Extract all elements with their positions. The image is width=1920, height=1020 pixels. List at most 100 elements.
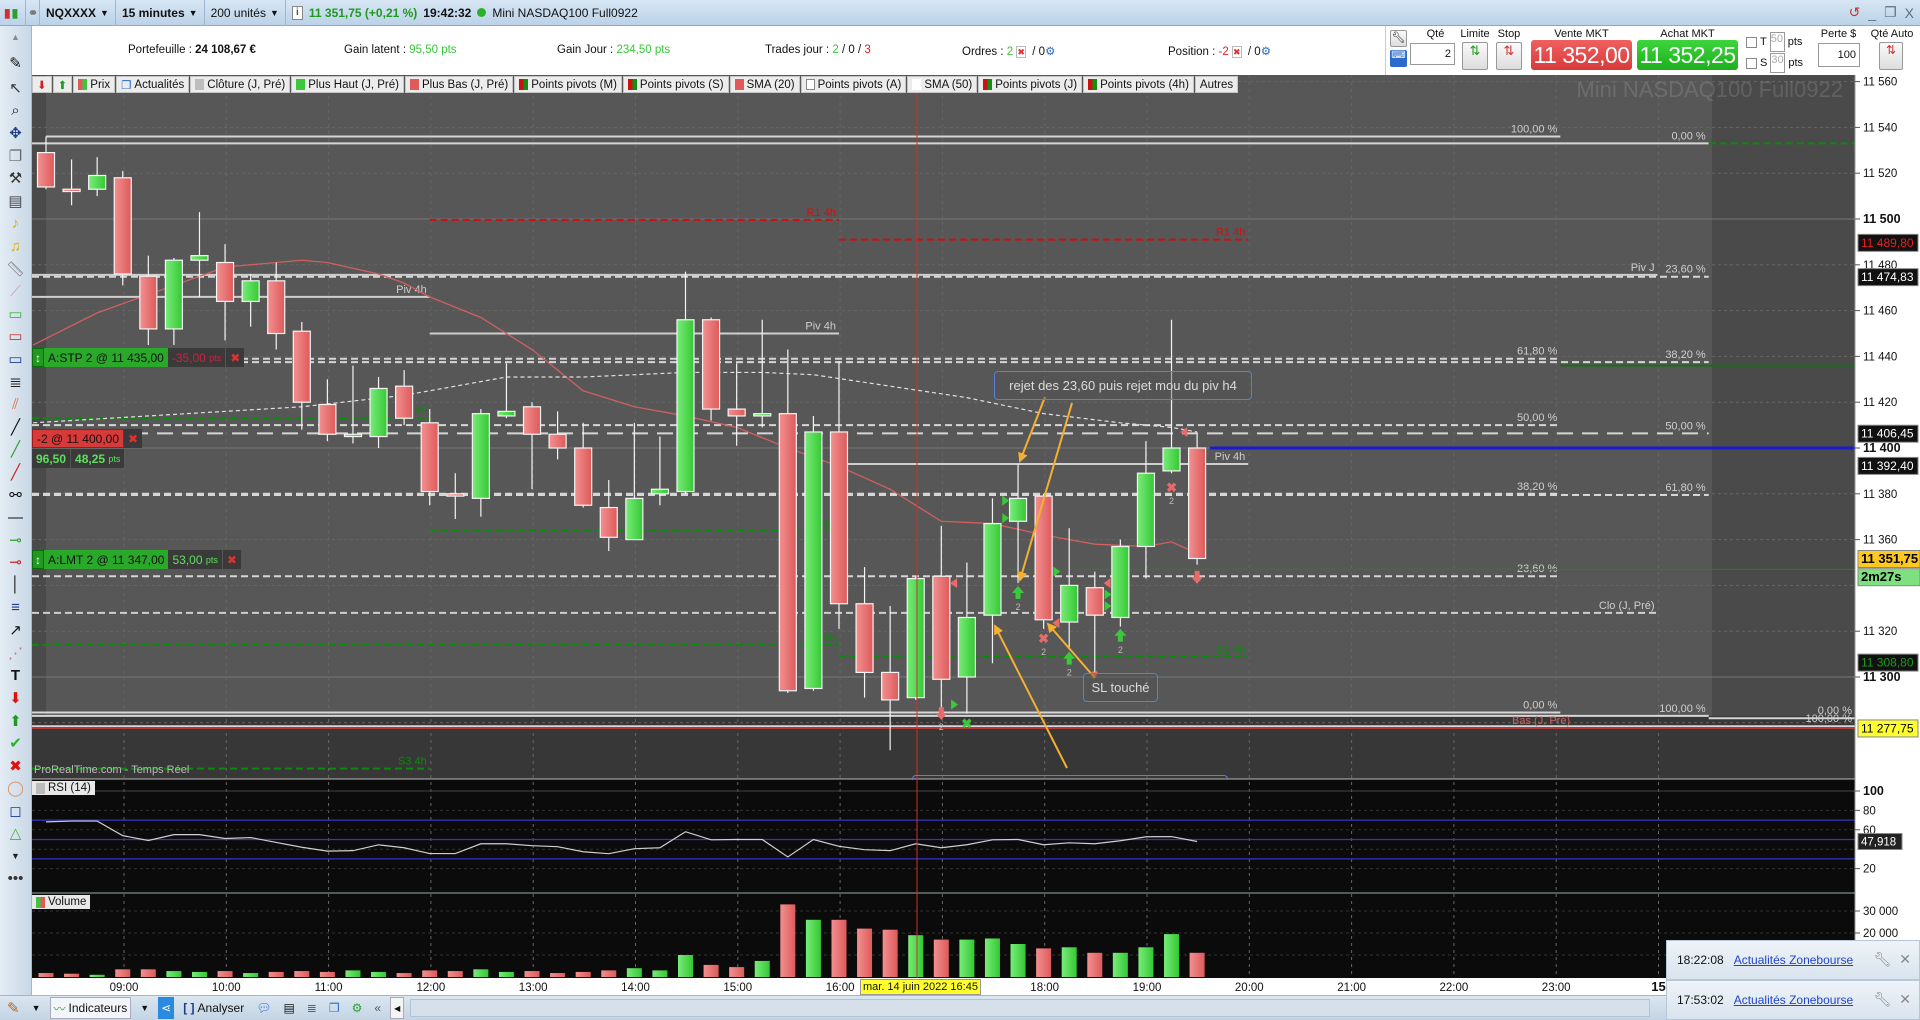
legend-item[interactable]: Points pivots (M): [514, 76, 622, 93]
legend-add-down[interactable]: ⬇: [32, 76, 52, 93]
analyse-button[interactable]: [ ] Analyser: [180, 997, 247, 1019]
pencil-icon[interactable]: ✎: [2, 49, 30, 77]
chart-type-icon[interactable]: ▮ ▮: [0, 0, 26, 26]
horizontal-scrollbar[interactable]: [410, 999, 1651, 1017]
t-points-input[interactable]: 50: [1769, 32, 1785, 52]
line-icon[interactable]: ╱: [2, 416, 30, 439]
notification-item[interactable]: 18:22:08 Actualités Zonebourse 🔧︎ ✕: [1666, 940, 1920, 980]
rect-blue-icon[interactable]: ▭: [2, 348, 30, 371]
limit-order-button[interactable]: ⇅: [1462, 42, 1488, 70]
rsi-legend[interactable]: RSI (14): [32, 781, 95, 795]
timeframe-selector[interactable]: 15 minutes ▼: [116, 0, 205, 26]
scroll-left-button[interactable]: ◀: [390, 997, 405, 1019]
qty-input[interactable]: 2: [1410, 43, 1455, 65]
wrench-icon[interactable]: 🔧︎: [1873, 951, 1891, 968]
loss-input[interactable]: 100: [1818, 43, 1860, 67]
cancel-orders-icon[interactable]: ✖: [1016, 46, 1026, 58]
close-button[interactable]: X: [1905, 5, 1914, 21]
cancel-stop-button[interactable]: ✖: [225, 348, 245, 367]
s-checkbox[interactable]: [1746, 57, 1757, 69]
trash-icon[interactable]: ▤: [2, 190, 30, 213]
windows-icon[interactable]: ❐: [326, 997, 343, 1019]
arrow-icon[interactable]: ↗: [2, 619, 30, 642]
alert-edit-icon[interactable]: ♪: [2, 212, 30, 235]
check-icon[interactable]: ✔: [2, 732, 30, 755]
chevron-down-icon[interactable]: ▼: [29, 997, 44, 1019]
close-icon[interactable]: ✕: [1899, 951, 1911, 968]
move-icon[interactable]: ✥: [2, 122, 30, 145]
refresh-icon[interactable]: ↺: [1849, 4, 1861, 21]
rect-green-icon[interactable]: ▭: [2, 303, 30, 326]
hline-icon[interactable]: —: [2, 506, 30, 529]
line-pink-icon[interactable]: ⟋: [2, 280, 30, 303]
minimize-button[interactable]: _: [1868, 5, 1876, 21]
wrench-icon[interactable]: 🔧︎: [1390, 30, 1407, 47]
vline-icon[interactable]: │: [2, 574, 30, 597]
chevron-down-icon[interactable]: ▼: [137, 997, 152, 1019]
notification-link[interactable]: Actualités Zonebourse: [1734, 993, 1853, 1007]
legend-item[interactable]: SMA (50): [907, 76, 978, 93]
info-icon[interactable]: i: [291, 5, 303, 20]
legend-item[interactable]: Clôture (J, Pré): [190, 76, 291, 93]
text-icon[interactable]: T: [2, 664, 30, 687]
notification-link[interactable]: Actualités Zonebourse: [1734, 953, 1853, 967]
legend-item[interactable]: Points pivots (4h): [1083, 76, 1194, 93]
more-icon[interactable]: •••: [2, 867, 30, 890]
channel-icon[interactable]: ⫽: [2, 393, 30, 416]
position-tag[interactable]: -2 @ 11 400,00 ✖: [32, 429, 143, 448]
orderbook-icon[interactable]: ≣: [304, 997, 320, 1019]
limit-order-tag[interactable]: ↕ A:LMT 2 @ 11 347,00 53,00 pts ✖: [32, 550, 241, 569]
buy-arrow-icon[interactable]: ⬆: [2, 709, 30, 732]
close-position-icon[interactable]: ✖: [1231, 46, 1242, 58]
zoom-icon[interactable]: ⌕: [2, 99, 30, 122]
collapse-icon[interactable]: «: [371, 997, 384, 1019]
price-chart[interactable]: 100,00 % 61,80 % 50,00 % 38,20 % 23,60 % 0,00…: [0, 0, 1920, 1020]
legend-item[interactable]: Plus Haut (J, Pré): [291, 76, 404, 93]
orders[interactable]: Ordres : 2 ✖ / 0⚙: [962, 44, 1055, 58]
close-position-button[interactable]: ✖: [124, 429, 143, 448]
pitchfork-icon[interactable]: ⋰: [2, 641, 30, 664]
legend-item[interactable]: Prix: [73, 76, 116, 93]
cancel-limit-button[interactable]: ✖: [221, 550, 241, 569]
legend-item[interactable]: ❐ Actualités: [116, 76, 190, 93]
line-red-icon[interactable]: ╱: [2, 461, 30, 484]
fib-icon[interactable]: ≣: [2, 370, 30, 393]
symbol-selector[interactable]: NQXXXX ▼: [40, 0, 116, 26]
ellipse-icon[interactable]: ◯: [2, 777, 30, 800]
sell-arrow-icon[interactable]: ⬇: [2, 687, 30, 710]
drag-handle-icon[interactable]: ↕: [32, 348, 44, 367]
link-icon[interactable]: ⚭: [26, 0, 40, 26]
more-down-icon[interactable]: ▼: [2, 845, 30, 868]
auto-qty-button[interactable]: ⇅: [1879, 42, 1903, 70]
annotation-rejection[interactable]: rejet des 23,60 puis rejet mou du piv h4: [994, 371, 1252, 400]
notification-item[interactable]: 17:53:02 Actualités Zonebourse 🔧︎ ✕: [1666, 980, 1920, 1020]
legend-item[interactable]: Points pivots (S): [622, 76, 729, 93]
ruler-icon[interactable]: 📏︎: [2, 257, 30, 280]
scroll-up-button[interactable]: ▲: [2, 26, 30, 49]
close-icon[interactable]: ✕: [1899, 991, 1911, 1008]
indicators-button[interactable]: 〰 Indicateurs: [49, 997, 132, 1019]
gear-icon[interactable]: ⚙: [1045, 46, 1055, 58]
legend-item[interactable]: Points pivots (A): [800, 76, 907, 93]
fib-fan-icon[interactable]: ≡: [2, 596, 30, 619]
hline-red-icon[interactable]: ⊸: [2, 551, 30, 574]
legend-item[interactable]: Autres: [1194, 76, 1239, 93]
s-points-input[interactable]: 30: [1770, 53, 1786, 73]
rect-red-icon[interactable]: ▭: [2, 325, 30, 348]
sell-market-button[interactable]: 11 352,00: [1531, 40, 1632, 70]
drag-handle-icon[interactable]: ↕: [32, 550, 44, 569]
cross-icon[interactable]: ✖: [2, 754, 30, 777]
legend-item[interactable]: Points pivots (J): [978, 76, 1083, 93]
chat-icon[interactable]: 💬︎: [253, 997, 274, 1019]
copy-icon[interactable]: ❐: [2, 144, 30, 167]
gear-icon[interactable]: ⚙: [1261, 46, 1271, 58]
stop-order-tag[interactable]: ↕ A:STP 2 @ 11 435,00 -35,00 pts ✖: [32, 348, 245, 367]
alert-bell-icon[interactable]: ♫: [2, 235, 30, 258]
units-selector[interactable]: 200 unités ▼: [205, 0, 286, 26]
report-icon[interactable]: ▤: [280, 997, 297, 1019]
volume-legend[interactable]: Volume: [32, 895, 91, 909]
annotation-box-partial[interactable]: [912, 775, 1228, 780]
keyboard-icon[interactable]: ⌨: [1390, 50, 1407, 67]
wrench-icon[interactable]: 🔧︎: [1873, 991, 1891, 1008]
square-icon[interactable]: ◻: [2, 800, 30, 823]
